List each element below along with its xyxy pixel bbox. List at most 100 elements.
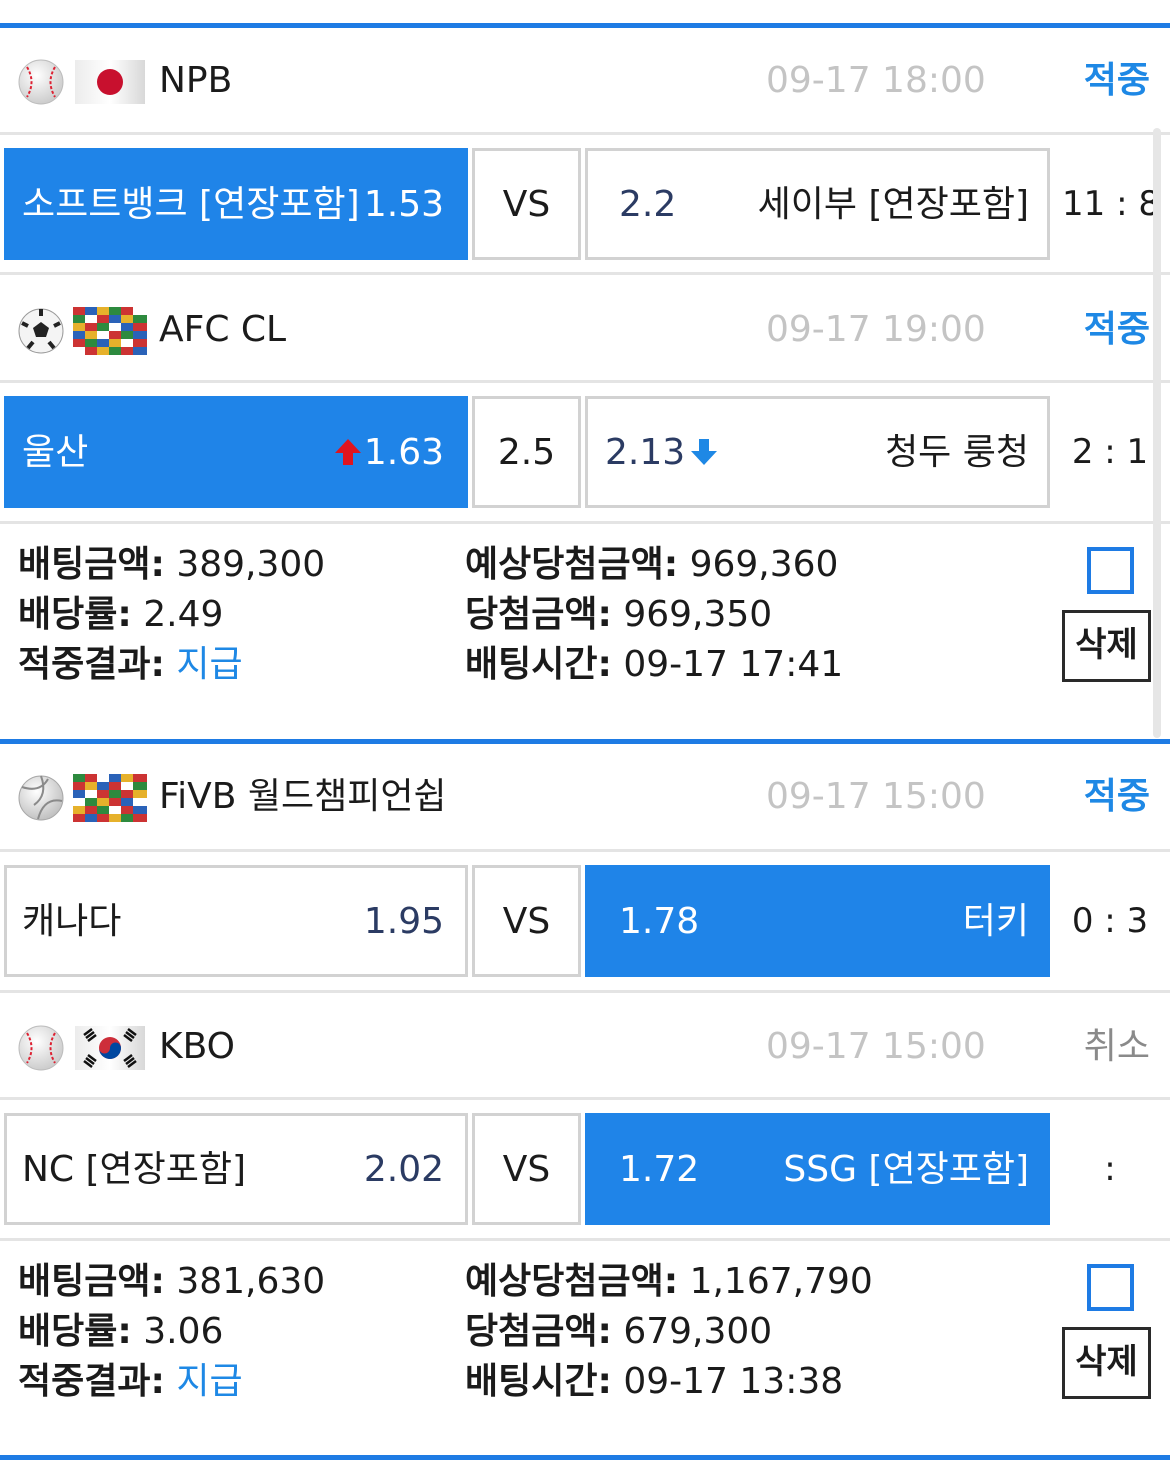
draw-odds-button[interactable]: 2.5: [472, 396, 581, 508]
home-odd: 2.02: [363, 1149, 444, 1190]
delete-button[interactable]: 삭제: [1062, 1327, 1151, 1399]
odds-row: 캐나다 1.95 VS 1.78 터키 0 : 3: [0, 865, 1170, 977]
bet-summary: 배팅금액: 389,300 배당률: 2.49 적중결과: 지급 예상당첨금액:…: [0, 540, 1170, 740]
match-time: 09-17 18:00: [766, 60, 986, 101]
league-header: AFC CL 09-17 19:00 적중: [0, 276, 1170, 382]
draw-odds-button[interactable]: VS: [472, 148, 581, 260]
draw-odds-button[interactable]: VS: [472, 1113, 581, 1225]
result-status: 적중: [1083, 60, 1150, 101]
away-team: SSG [연장포함]: [783, 1149, 1029, 1190]
bet-summary: 배팅금액: 381,630 배당률: 3.06 적중결과: 지급 예상당첨금액:…: [0, 1257, 1170, 1457]
bet-time-value: 09-17 13:38: [623, 1361, 844, 1402]
bet-amount-label: 배팅금액:: [18, 1261, 165, 1302]
odds-label: 배당률:: [18, 1311, 132, 1352]
odds-row: NC [연장포함] 2.02 VS 1.72 SSG [연장포함] :: [0, 1113, 1170, 1225]
league-header: KBO 09-17 15:00 취소: [0, 993, 1170, 1099]
divider: [0, 132, 1170, 135]
japan-flag-icon: [73, 58, 147, 106]
baseball-icon: [18, 1025, 64, 1071]
bet-amount-value: 381,630: [176, 1261, 326, 1302]
outcome-label: 적중결과:: [18, 1361, 165, 1402]
outcome-value: 지급: [176, 1361, 243, 1402]
home-odds-button[interactable]: 캐나다 1.95: [4, 865, 468, 977]
odds-row: 울산 1.63 2.5 2.13 청두 룽청 2 : 1: [0, 396, 1170, 508]
bet-time-line: 배팅시간: 09-17 13:38: [465, 1359, 843, 1405]
home-odd: 1.63: [363, 432, 444, 473]
league-name: NPB: [159, 60, 233, 101]
bet-time-value: 09-17 17:41: [623, 644, 844, 685]
korea-flag-icon: [73, 1024, 147, 1072]
home-odd: 1.53: [363, 184, 444, 225]
odds-label: 배당률:: [18, 594, 132, 635]
draw-odds-button[interactable]: VS: [472, 865, 581, 977]
divider: [0, 1238, 1170, 1241]
home-odd: 1.95: [363, 901, 444, 942]
home-odds-button[interactable]: 소프트뱅크 [연장포함] 1.53: [4, 148, 468, 260]
bet-time-label: 배팅시간:: [465, 1361, 612, 1402]
divider: [0, 849, 1170, 852]
home-team: 울산: [22, 432, 89, 473]
result-status: 적중: [1083, 309, 1150, 350]
away-odd: 1.78: [619, 901, 700, 942]
league-name: AFC CL: [159, 309, 287, 350]
result-status: 적중: [1083, 776, 1150, 817]
away-odds-button[interactable]: 1.78 터키: [585, 865, 1050, 977]
away-odds-button[interactable]: 1.72 SSG [연장포함]: [585, 1113, 1050, 1225]
win-line: 당첨금액: 679,300: [465, 1309, 772, 1355]
draw-odd: VS: [502, 1149, 551, 1190]
bet-amount-line: 배팅금액: 381,630: [18, 1259, 325, 1305]
score: 0 : 3: [1071, 901, 1149, 941]
bet-amount-value: 389,300: [176, 544, 326, 585]
outcome-value: 지급: [176, 644, 243, 685]
score: :: [1104, 1149, 1116, 1189]
home-team: NC [연장포함]: [22, 1149, 247, 1190]
bet-amount-line: 배팅금액: 389,300: [18, 542, 325, 588]
draw-odd: VS: [502, 184, 551, 225]
home-team: 캐나다: [22, 901, 122, 942]
league-header: NPB 09-17 18:00 적중: [0, 27, 1170, 133]
score: 2 : 1: [1071, 432, 1149, 472]
expected-value: 1,167,790: [689, 1261, 873, 1302]
win-line: 당첨금액: 969,350: [465, 592, 772, 638]
expected-label: 예상당첨금액:: [465, 1261, 679, 1302]
league-header: FiVB 월드챔피언쉽 09-17 15:00 적중: [0, 743, 1170, 849]
outcome-line: 적중결과: 지급: [18, 642, 243, 688]
away-odds-button[interactable]: 2.2 세이부 [연장포함]: [585, 148, 1050, 260]
odds-value: 3.06: [143, 1311, 224, 1352]
league-name: KBO: [159, 1026, 236, 1067]
divider: [0, 380, 1170, 383]
away-team: 청두 룽청: [885, 432, 1029, 473]
bet-amount-label: 배팅금액:: [18, 544, 165, 585]
select-checkbox[interactable]: [1087, 547, 1134, 594]
odds-up-arrow-icon: [333, 437, 363, 467]
draw-odd: 2.5: [497, 432, 556, 473]
home-odds-button[interactable]: 울산 1.63: [4, 396, 468, 508]
win-label: 당첨금액:: [465, 594, 612, 635]
away-team: 세이부 [연장포함]: [757, 184, 1029, 225]
away-odds-button[interactable]: 2.13 청두 룽청: [585, 396, 1050, 508]
odds-row: 소프트뱅크 [연장포함] 1.53 VS 2.2 세이부 [연장포함] 11 :…: [0, 148, 1170, 260]
league-name: FiVB 월드챔피언쉽: [159, 776, 447, 817]
divider: [0, 272, 1170, 275]
expected-line: 예상당첨금액: 969,360: [465, 542, 838, 588]
select-checkbox[interactable]: [1087, 1264, 1134, 1311]
odds-value: 2.49: [143, 594, 224, 635]
outcome-label: 적중결과:: [18, 644, 165, 685]
scrollbar[interactable]: [1153, 128, 1161, 738]
expected-line: 예상당첨금액: 1,167,790: [465, 1259, 873, 1305]
draw-odd: VS: [502, 901, 551, 942]
away-team: 터키: [962, 901, 1029, 942]
home-odds-button[interactable]: NC [연장포함] 2.02: [4, 1113, 468, 1225]
expected-label: 예상당첨금액:: [465, 544, 679, 585]
delete-button[interactable]: 삭제: [1062, 610, 1151, 682]
outcome-line: 적중결과: 지급: [18, 1359, 243, 1405]
result-status: 취소: [1083, 1026, 1150, 1067]
bet-time-label: 배팅시간:: [465, 644, 612, 685]
match-time: 09-17 15:00: [766, 776, 986, 817]
match-time: 09-17 15:00: [766, 1026, 986, 1067]
volleyball-icon: [18, 775, 64, 821]
away-odd: 2.13: [605, 432, 686, 473]
away-odd: 2.2: [619, 184, 677, 225]
odds-line: 배당률: 2.49: [18, 592, 223, 638]
win-value: 679,300: [623, 1311, 773, 1352]
